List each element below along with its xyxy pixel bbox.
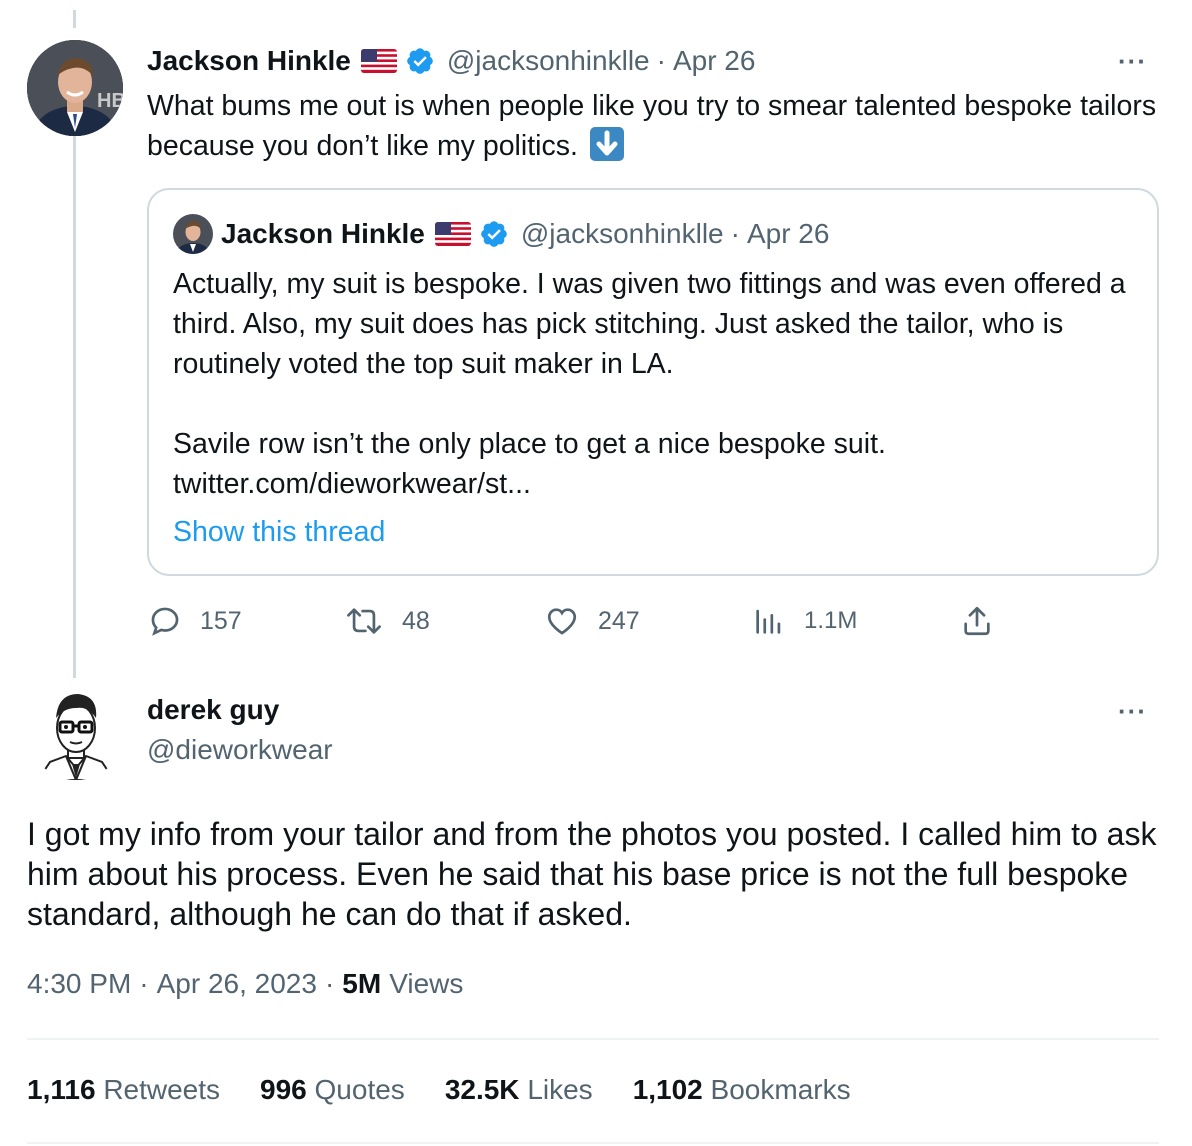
- quotes-stat[interactable]: 996 Quotes: [260, 1074, 405, 1106]
- views-count: 1.1M: [804, 607, 858, 634]
- likes-total: 32.5K: [444, 1074, 520, 1105]
- quoted-tweet-card[interactable]: Jackson Hinkle @jacksonhinklle · Apr 26 …: [147, 188, 1159, 576]
- quoted-handle: @jacksonhinklle: [520, 218, 724, 249]
- retweet-button[interactable]: 48: [344, 604, 430, 638]
- analytics-icon: [756, 609, 781, 634]
- tweet-full-date[interactable]: Apr 26, 2023: [157, 968, 317, 1000]
- quotes-label: Quotes: [314, 1074, 405, 1105]
- author-handle[interactable]: @jacksonhinklle: [447, 45, 650, 77]
- separator-dot: ·: [139, 968, 149, 999]
- views-button[interactable]: 1.1M: [752, 604, 857, 638]
- tweet-body: What bums me out is when people like you…: [147, 90, 1157, 162]
- quoted-date: Apr 26: [746, 218, 830, 249]
- quoted-text-para1: Actually, my suit is bespoke. I was give…: [173, 268, 1126, 380]
- bookmarks-stat[interactable]: 1,102 Bookmarks: [633, 1074, 851, 1106]
- like-button[interactable]: 247: [544, 604, 640, 638]
- heart-icon: [547, 608, 577, 635]
- more-options-icon[interactable]: ···: [1118, 696, 1147, 727]
- show-thread-link[interactable]: Show this thread: [173, 512, 385, 552]
- thread-line: [73, 118, 76, 678]
- retweet-count: 48: [402, 606, 430, 635]
- bookmarks-label: Bookmarks: [710, 1074, 851, 1105]
- likes-stat[interactable]: 32.5K Likes: [445, 1074, 593, 1106]
- quoted-avatar: [173, 214, 213, 254]
- tweet-meta: 4:30 PM · Apr 26, 2023 · 5M Views: [27, 968, 463, 1000]
- separator-dot: ·: [324, 968, 335, 999]
- tweet-date[interactable]: Apr 26: [673, 45, 756, 77]
- views-label: Views: [389, 968, 464, 999]
- divider: [27, 1038, 1159, 1040]
- quoted-header: Jackson Hinkle @jacksonhinklle · Apr 26: [221, 216, 829, 252]
- us-flag-icon: [360, 49, 397, 73]
- main-tweet-text: I got my info from your tailor and from …: [27, 816, 1157, 932]
- thread-line-top: [73, 10, 76, 28]
- retweets-label: Retweets: [103, 1074, 221, 1105]
- separator-dot: ·: [730, 218, 740, 249]
- quoted-avatar-image: [173, 214, 213, 254]
- reply-icon: [151, 607, 179, 636]
- share-icon: [964, 606, 990, 636]
- down-arrow-emoji-icon: [589, 127, 624, 161]
- more-options-icon[interactable]: ···: [1118, 46, 1147, 77]
- like-count: 247: [598, 606, 640, 635]
- views-total: 5M: [342, 968, 382, 999]
- retweet-icon: [347, 608, 381, 634]
- us-flag-icon: [434, 222, 471, 246]
- verified-badge-icon: [479, 219, 509, 249]
- avatar-illustration: [28, 684, 124, 780]
- avatar-jackson-hinkle[interactable]: HB: [27, 40, 123, 136]
- author-name[interactable]: Jackson Hinkle: [147, 45, 351, 77]
- avatar-watermark: HB: [97, 90, 123, 112]
- main-author-name[interactable]: derek guy: [147, 694, 279, 726]
- parent-tweet-text: What bums me out is when people like you…: [147, 86, 1177, 166]
- quoted-link[interactable]: twitter.com/dieworkwear/st...: [173, 464, 1133, 504]
- engagement-stats: 1,116 Retweets 996 Quotes 32.5K Likes 1,…: [27, 1074, 851, 1106]
- main-author-handle[interactable]: @dieworkwear: [147, 734, 333, 766]
- avatar-image: [27, 40, 123, 136]
- reply-count: 157: [200, 606, 242, 635]
- separator-dot: ·: [656, 45, 666, 76]
- verified-badge-icon[interactable]: [405, 46, 435, 76]
- likes-label: Likes: [527, 1074, 593, 1105]
- bookmarks-total: 1,102: [632, 1074, 703, 1105]
- quoted-text-para2-line1: Savile row isn’t the only place to get a…: [173, 428, 886, 460]
- quotes-total: 996: [260, 1074, 307, 1105]
- tweet-time[interactable]: 4:30 PM: [27, 968, 131, 1000]
- retweets-stat[interactable]: 1,116 Retweets: [27, 1074, 220, 1106]
- share-button[interactable]: [960, 604, 1012, 638]
- avatar-derek-guy[interactable]: [28, 684, 124, 780]
- parent-tweet-header: Jackson Hinkle @jacksonhinklle · Apr 26: [147, 42, 755, 80]
- reply-button[interactable]: 157: [148, 604, 242, 638]
- divider-bottom: [27, 1142, 1159, 1144]
- retweets-total: 1,116: [27, 1074, 96, 1105]
- quoted-author-name: Jackson Hinkle: [221, 218, 425, 249]
